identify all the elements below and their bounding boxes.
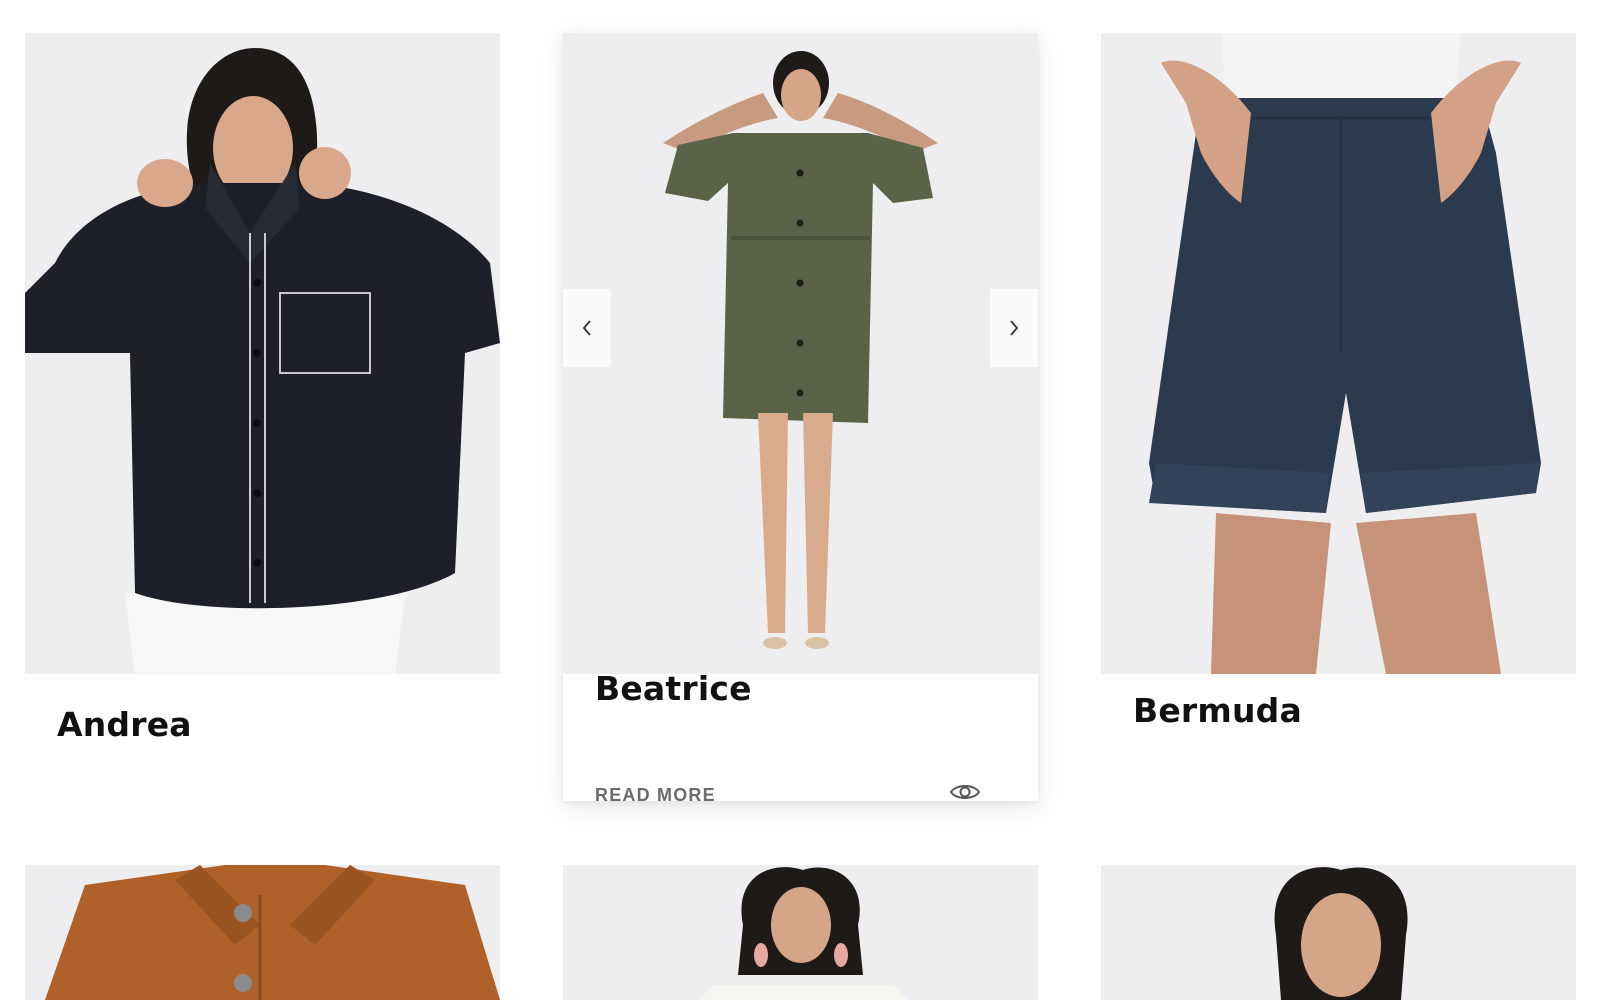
model-figure-white-knit — [563, 865, 1038, 1000]
carousel-next-button[interactable] — [990, 289, 1038, 367]
product-grid: Andrea Beatrice READ MORE Bermuda — [0, 0, 1600, 1000]
product-name[interactable]: Andrea — [57, 705, 192, 744]
product-image-suede-jacket[interactable] — [25, 865, 500, 1000]
card-footer: READ MORE — [563, 775, 1038, 801]
product-image-row2-2[interactable] — [563, 865, 1038, 1000]
eye-icon[interactable] — [949, 781, 981, 801]
carousel-prev-button[interactable] — [563, 289, 611, 367]
product-image-row2-3[interactable] — [1101, 865, 1576, 1000]
product-image-andrea[interactable] — [25, 33, 500, 674]
model-figure-green-dress — [563, 33, 1038, 674]
product-card-row2-1[interactable] — [25, 865, 500, 1000]
product-card-andrea[interactable]: Andrea — [25, 33, 500, 793]
product-card-beatrice[interactable]: Beatrice READ MORE — [563, 33, 1038, 801]
model-figure-portrait — [1101, 865, 1576, 1000]
product-card-row2-2[interactable] — [563, 865, 1038, 1000]
model-figure-suede-jacket — [25, 865, 500, 1000]
product-image-beatrice[interactable] — [563, 33, 1038, 674]
product-image-bermuda[interactable] — [1101, 33, 1576, 674]
product-name[interactable]: Bermuda — [1133, 691, 1302, 730]
product-card-row2-3[interactable] — [1101, 865, 1576, 1000]
read-more-link[interactable]: READ MORE — [595, 785, 716, 801]
chevron-right-icon — [1010, 320, 1019, 336]
model-figure-black-jacket — [25, 33, 500, 674]
product-name[interactable]: Beatrice — [595, 669, 752, 708]
model-figure-navy-shorts — [1101, 33, 1576, 674]
product-card-bermuda[interactable]: Bermuda — [1101, 33, 1576, 793]
chevron-left-icon — [582, 320, 591, 336]
